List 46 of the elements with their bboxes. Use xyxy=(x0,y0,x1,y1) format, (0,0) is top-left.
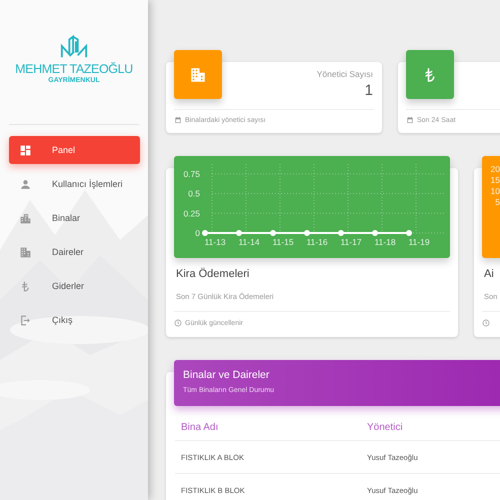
chart-point xyxy=(406,230,412,236)
axis-label: 20 xyxy=(490,164,500,175)
logo-text: MEHMET TAZEOĞLU xyxy=(15,63,133,76)
column-header: Yönetici xyxy=(361,406,500,441)
column-header: Bina Adı xyxy=(175,406,361,441)
chart-point xyxy=(304,230,310,236)
axis-label: 5 xyxy=(495,197,500,208)
axis-label: 11-15 xyxy=(272,237,294,247)
axis-label: 11-19 xyxy=(408,237,430,247)
building-icon xyxy=(189,66,207,84)
chart-point xyxy=(372,230,378,236)
nav-item[interactable]: Kullanıcı İşlemleri xyxy=(9,170,140,198)
nav-item[interactable]: Giderler xyxy=(9,272,140,300)
calendar-icon xyxy=(174,116,182,124)
axis-label: 11-16 xyxy=(306,237,328,247)
buildings-icon xyxy=(19,212,32,224)
stat-label: Yönetici Sayısı xyxy=(316,69,373,79)
stat-value: 1 xyxy=(364,82,373,99)
calendar-icon xyxy=(406,116,414,124)
axis-label: 0.5 xyxy=(188,188,200,199)
axis-label: 11-14 xyxy=(238,237,260,247)
chart-point xyxy=(338,230,344,236)
axis-label: 0.75 xyxy=(183,168,200,179)
axis-label: 11-13 xyxy=(204,237,226,247)
nav-item[interactable]: Daireler xyxy=(9,238,140,266)
clock-icon xyxy=(482,319,490,327)
chart-title: Kira Ödemeleri xyxy=(176,268,250,280)
chart-title: Ai xyxy=(484,268,495,280)
axis-label: 0.25 xyxy=(183,208,200,218)
axis-label: 11-18 xyxy=(374,237,396,247)
axis-label: 0 xyxy=(195,228,200,238)
nav-item[interactable]: Binalar xyxy=(9,204,140,232)
chart-point xyxy=(202,230,208,236)
nav-item[interactable]: Panel xyxy=(9,136,140,164)
exit-icon xyxy=(19,314,32,326)
building-icon xyxy=(19,246,32,258)
nav-item[interactable]: Çıkış xyxy=(9,306,140,334)
table-title: Binalar ve Daireler xyxy=(183,369,270,381)
clock-icon xyxy=(174,319,182,327)
chart-point xyxy=(236,230,242,236)
axis-label: 10 xyxy=(490,186,500,197)
axis-label: 11-17 xyxy=(340,237,362,247)
chart-point xyxy=(270,230,276,236)
axis-label: 15 xyxy=(490,175,500,186)
dashboard-icon xyxy=(19,144,32,156)
person-icon xyxy=(19,178,32,190)
